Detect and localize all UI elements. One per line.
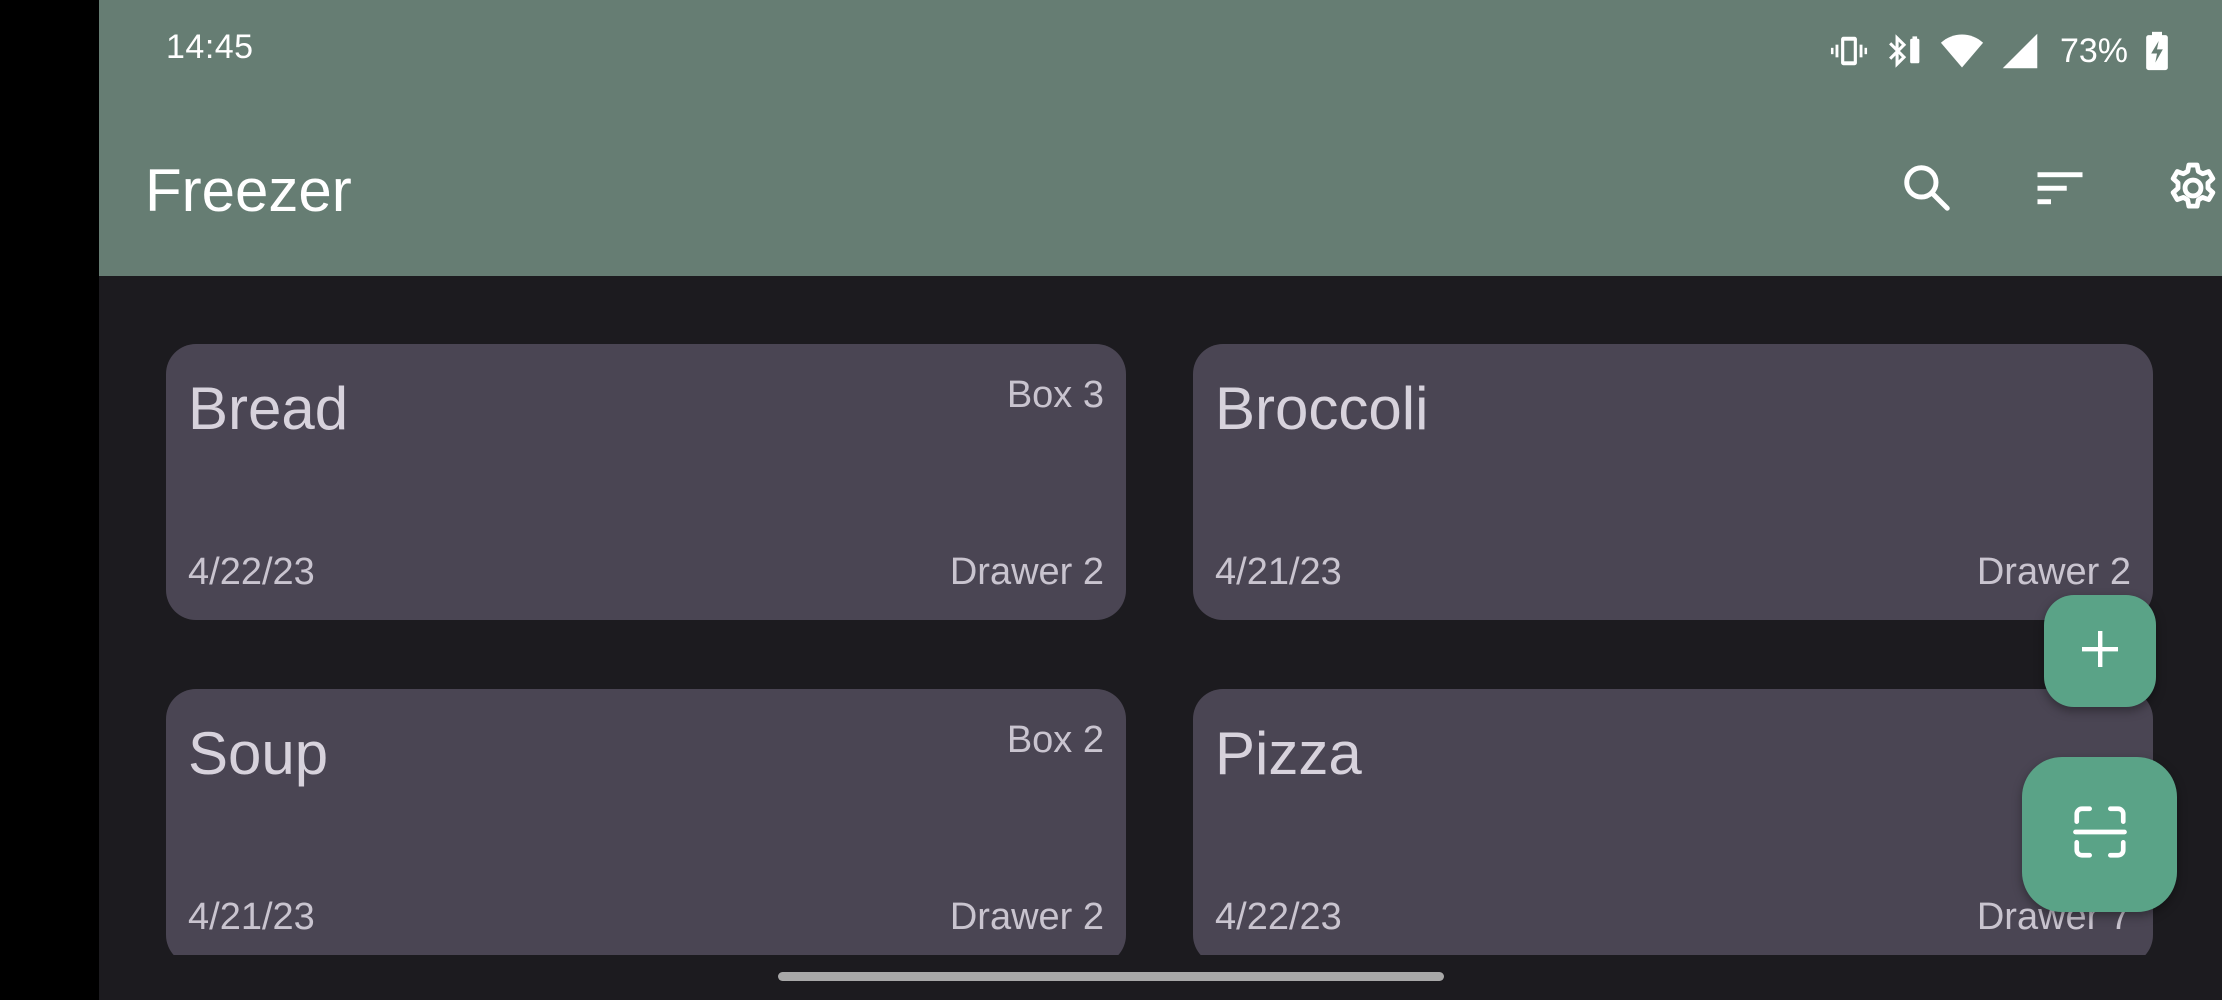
item-card-soup[interactable]: Soup Box 2 4/21/23 Drawer 2 bbox=[166, 689, 1126, 965]
sort-button[interactable] bbox=[2020, 150, 2100, 230]
battery-percent: 73% bbox=[2059, 31, 2128, 70]
app-title: Freezer bbox=[145, 157, 352, 224]
item-card-bread[interactable]: Bread Box 3 4/22/23 Drawer 2 bbox=[166, 344, 1126, 620]
vibrate-icon bbox=[1830, 32, 1868, 70]
item-date: 4/22/23 bbox=[1215, 896, 1342, 938]
item-date: 4/22/23 bbox=[188, 551, 315, 593]
settings-icon bbox=[2164, 159, 2222, 222]
item-date: 4/21/23 bbox=[1215, 551, 1342, 593]
item-card-pizza[interactable]: Pizza 4/22/23 Drawer 7 bbox=[1193, 689, 2153, 965]
sort-icon bbox=[2033, 161, 2087, 220]
cell-signal-icon bbox=[2000, 32, 2040, 70]
item-name: Soup bbox=[188, 720, 329, 787]
status-icons: 73% bbox=[1830, 26, 2170, 76]
search-button[interactable] bbox=[1887, 150, 1967, 230]
app-bar: 14:45 73% Freezer bbox=[99, 0, 2222, 276]
home-gesture-handle[interactable] bbox=[778, 972, 1444, 981]
add-item-button[interactable] bbox=[2044, 595, 2156, 707]
battery-charging-icon bbox=[2144, 31, 2170, 71]
settings-button[interactable] bbox=[2153, 150, 2222, 230]
search-icon bbox=[1900, 161, 1954, 220]
item-name: Broccoli bbox=[1215, 375, 1429, 442]
scan-button[interactable] bbox=[2022, 757, 2177, 912]
item-box: Box 3 bbox=[1006, 374, 1104, 416]
bluetooth-battery-icon bbox=[1884, 32, 1924, 70]
item-card-broccoli[interactable]: Broccoli 4/21/23 Drawer 2 bbox=[1193, 344, 2153, 620]
scan-icon bbox=[2069, 801, 2131, 868]
navigation-bar bbox=[99, 955, 2222, 1000]
app-screen: 14:45 73% Freezer Bread Box 3 4/22/23 Dr… bbox=[99, 0, 2222, 1000]
status-time: 14:45 bbox=[166, 28, 254, 66]
item-box: Box 2 bbox=[1006, 719, 1104, 761]
plus-icon bbox=[2076, 625, 2124, 678]
item-name: Pizza bbox=[1215, 720, 1362, 787]
item-drawer: Drawer 2 bbox=[1976, 551, 2131, 593]
item-drawer: Drawer 2 bbox=[949, 896, 1104, 938]
item-drawer: Drawer 2 bbox=[949, 551, 1104, 593]
item-date: 4/21/23 bbox=[188, 896, 315, 938]
item-name: Bread bbox=[188, 375, 349, 442]
wifi-icon bbox=[1940, 32, 1984, 70]
